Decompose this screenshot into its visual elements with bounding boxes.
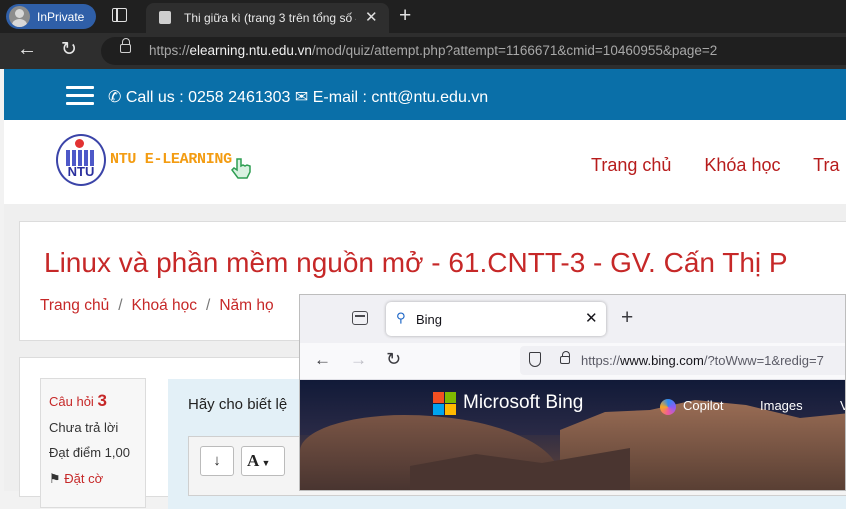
toolbar-expand-button[interactable]: ↓ [200,446,234,476]
tab-list-icon[interactable] [352,311,368,325]
inprivate-label: InPrivate [37,9,85,24]
bing-homepage: Microsoft Bing Copilot Images V [300,380,845,490]
course-title: Linux và phần mềm nguồn mở - 61.CNTT-3 -… [44,247,788,278]
close-tab-button[interactable]: ✕ [365,8,378,26]
url-text[interactable]: https://elearning.ntu.edu.vn/mod/quiz/at… [149,43,717,58]
question-label: Câu hỏi [49,394,94,409]
phone-icon: ✆ [108,89,122,106]
browser-toolbar: ← ↻ https://elearning.ntu.edu.vn/mod/qui… [0,33,846,69]
question-score: Đạt điểm 1,00 [49,445,130,460]
chevron-down-icon: ▼ [259,458,271,468]
microsoft-logo-icon[interactable] [433,392,457,416]
copilot-link[interactable]: Copilot [683,398,723,413]
firefox-window: ⚲ Bing ✕ + ← → ↻ https://www.bing.com/?t… [299,294,846,491]
site-header: NTU NTU E-LEARNING Trang chủ Khóa học Tr… [4,120,846,204]
inprivate-profile-button[interactable]: InPrivate [6,4,96,29]
reload-icon[interactable]: ↻ [61,38,77,61]
videos-link[interactable]: V [840,398,845,413]
forward-arrow-icon[interactable]: → [350,350,367,370]
back-arrow-icon[interactable]: ← [314,350,331,370]
url-path: /?toWww=1&redig=7 [703,353,824,368]
phone-text: Call us : 0258 2461303 [125,89,291,106]
pointing-hand-icon [231,158,251,179]
nav-courses[interactable]: Khóa học [704,155,780,175]
url-host: elearning.ntu.edu.vn [189,43,312,58]
email-text: E-mail : cntt@ntu.edu.vn [312,89,489,106]
font-style-label: A [247,451,260,470]
close-tab-button[interactable]: ✕ [585,309,598,327]
tab-bing[interactable]: ⚲ Bing ✕ [386,302,606,336]
address-bar[interactable]: https://elearning.ntu.edu.vn/mod/quiz/at… [101,37,846,65]
firefox-toolbar: ← → ↻ https://www.bing.com/?toWww=1&redi… [300,343,845,380]
back-arrow-icon[interactable]: ← [17,38,37,61]
bing-title[interactable]: Microsoft Bing [463,392,583,414]
logo-text: NTU [67,164,95,179]
font-style-button[interactable]: A ▼ [241,446,285,476]
images-link[interactable]: Images [760,398,803,413]
address-bar[interactable]: https://www.bing.com/?toWww=1&redig=7 [520,346,845,375]
url-path: /mod/quiz/attempt.php?attempt=1166671&cm… [311,43,718,58]
breadcrumb: Trang chủ / Khoá học / Năm họ [40,297,274,314]
brand-name[interactable]: NTU E-LEARNING [110,151,232,168]
flag-icon[interactable]: ⚑ [49,471,61,486]
avatar-icon [9,6,30,27]
page-favicon-icon [159,11,171,24]
new-tab-button[interactable]: + [621,306,633,330]
ntu-logo[interactable]: NTU [56,134,106,186]
contact-info: ✆ Call us : 0258 2461303 ✉ E-mail : cntt… [108,87,488,107]
search-icon: ⚲ [396,310,406,325]
tab-title: Bing [416,312,443,327]
firefox-tab-bar: ⚲ Bing ✕ + [300,295,845,343]
nav-more[interactable]: Tra [813,155,839,175]
contact-bar: ✆ Call us : 0258 2461303 ✉ E-mail : cntt… [4,69,846,120]
question-number: 3 [97,391,107,410]
lock-icon[interactable] [560,351,570,364]
mail-icon: ✉ [294,89,309,106]
reload-icon[interactable]: ↻ [386,349,401,370]
breadcrumb-courses[interactable]: Khoá học [132,297,198,314]
tab-quiz[interactable]: Thi giữa kì (trang 3 trên tổng số 4 tran… [146,3,389,33]
browser-tab-bar: InPrivate Thi giữa kì (trang 3 trên tổng… [0,0,846,33]
breadcrumb-home[interactable]: Trang chủ [40,297,109,314]
hamburger-menu-icon[interactable] [66,86,94,106]
url-scheme: https:// [581,353,621,368]
tracking-protection-shield-icon[interactable] [529,352,541,367]
new-tab-button[interactable]: + [399,4,411,28]
flag-question-link[interactable]: Đặt cờ [64,471,103,486]
breadcrumb-year[interactable]: Năm họ [219,297,273,314]
copilot-icon[interactable] [660,399,676,415]
url-text[interactable]: https://www.bing.com/?toWww=1&redig=7 [581,353,824,368]
question-status: Chưa trả lời [49,419,119,435]
main-nav: Trang chủ Khóa học Tra [591,155,846,176]
tab-actions-icon[interactable] [112,8,127,22]
question-text: Hãy cho biết lệ [188,396,288,413]
url-scheme: https:// [149,43,190,58]
tab-title: Thi giữa kì (trang 3 trên tổng số 4 tran… [184,11,356,25]
question-info: Câu hỏi 3 Chưa trả lời Đạt điểm 1,00 ⚑ Đ… [40,378,146,508]
lock-icon[interactable] [120,38,131,53]
nav-home[interactable]: Trang chủ [591,155,671,175]
url-host: www.bing.com [620,353,704,368]
